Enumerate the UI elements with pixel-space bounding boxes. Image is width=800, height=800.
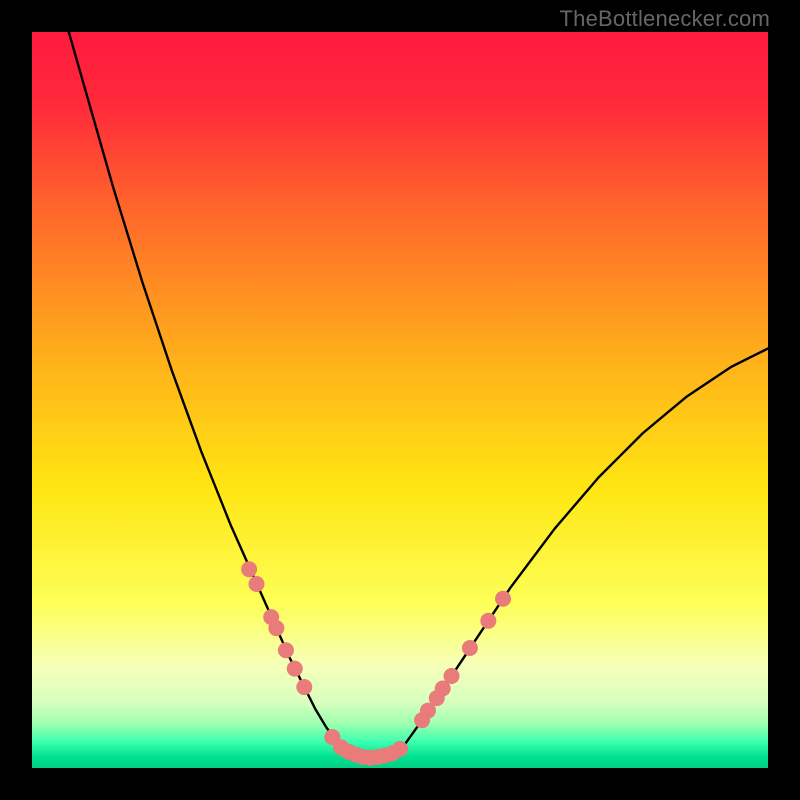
marker-dot [392, 741, 408, 757]
marker-dot [495, 591, 511, 607]
marker-dot [444, 668, 460, 684]
marker-dot [480, 613, 496, 629]
marker-dot [241, 561, 257, 577]
watermark-text: TheBottlenecker.com [560, 6, 770, 32]
plot-area [32, 32, 768, 768]
chart-frame: TheBottlenecker.com [0, 0, 800, 800]
marker-dot [248, 576, 264, 592]
marker-dot [278, 642, 294, 658]
marker-dot [462, 640, 478, 656]
chart-background [32, 32, 768, 768]
marker-dot [287, 661, 303, 677]
chart-canvas [32, 32, 768, 768]
marker-dot [296, 679, 312, 695]
marker-dot [268, 620, 284, 636]
